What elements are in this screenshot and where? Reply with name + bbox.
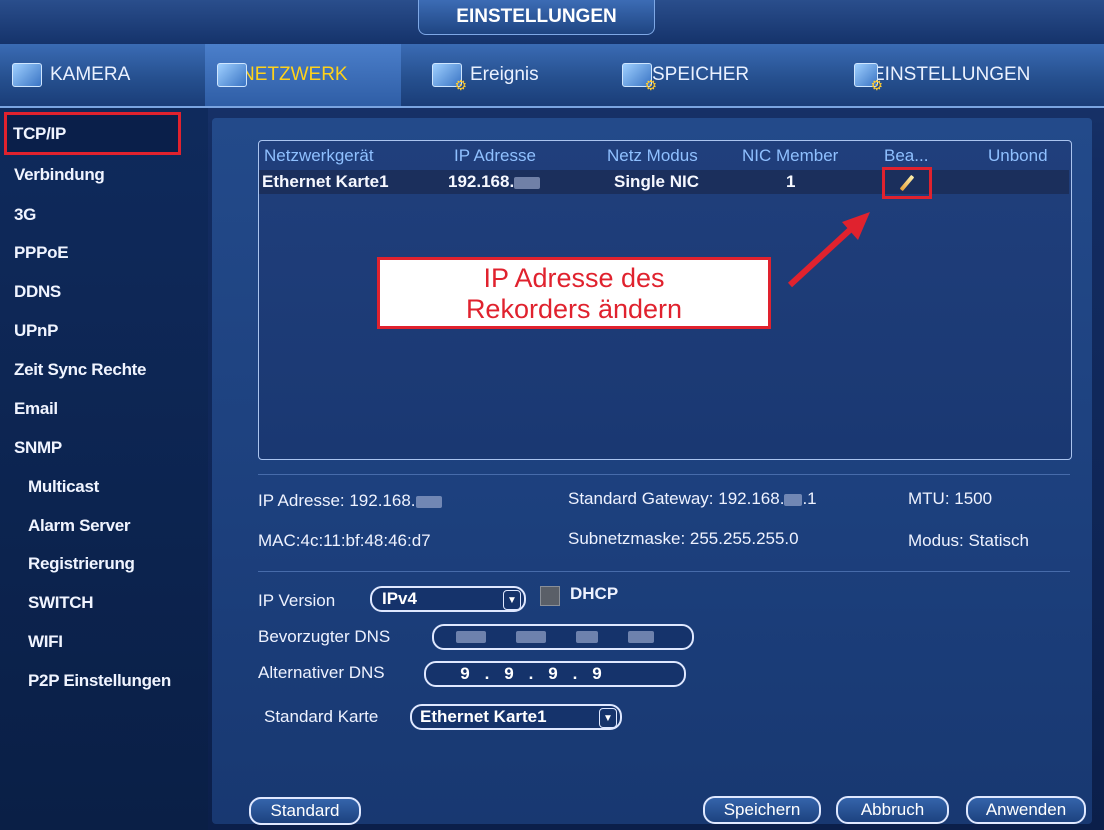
cell-nic-member: 1 [786, 172, 796, 191]
dhcp-checkbox[interactable] [540, 586, 560, 606]
column-header-ip: IP Adresse [454, 146, 536, 165]
redacted-block [576, 631, 598, 643]
column-header-mode: Netz Modus [607, 146, 698, 165]
settings-icon [854, 63, 883, 94]
info-ip-address: IP Adresse: 192.168. [258, 491, 442, 511]
callout-line-2: Rekorders ändern [465, 294, 683, 324]
ip-dot: . [572, 664, 578, 683]
dvr-settings-window: EINSTELLUNGEN KAMERA NETZWERK Ereignis S… [0, 0, 1104, 830]
ip-dot: . [528, 664, 534, 683]
column-header-device: Netzwerkgerät [264, 146, 374, 165]
sidebar-item-snmp[interactable]: SNMP [8, 433, 188, 463]
alternative-dns-input[interactable]: 9 . 9 . 9 . 9 [424, 661, 686, 687]
sidebar-item-verbindung[interactable]: Verbindung [8, 160, 188, 190]
storage-icon [622, 63, 657, 94]
main-tab-bar: KAMERA NETZWERK Ereignis SPEICHER EINSTE… [0, 44, 1104, 108]
sidebar-item-multicast[interactable]: Multicast [22, 472, 202, 502]
sidebar-item-ddns[interactable]: DDNS [8, 277, 188, 307]
alternative-dns-label: Alternativer DNS [258, 663, 385, 682]
save-button[interactable]: Speichern [703, 796, 821, 824]
info-ip-text: IP Adresse: 192.168. [258, 491, 416, 510]
tab-ereignis[interactable]: Ereignis [420, 44, 590, 106]
tab-netzwerk[interactable]: NETZWERK [205, 44, 401, 106]
info-mode: Modus: Statisch [908, 531, 1029, 550]
chevron-down-icon: ▼ [503, 590, 521, 610]
chevron-down-icon: ▼ [599, 708, 617, 728]
sidebar-item-upnp[interactable]: UPnP [8, 316, 188, 346]
divider [258, 474, 1070, 475]
alt-dns-octet-3: 9 [548, 664, 558, 683]
tab-einstellungen[interactable]: EINSTELLUNGEN [842, 44, 1082, 106]
edit-button[interactable] [882, 167, 932, 199]
apply-button[interactable]: Anwenden [966, 796, 1086, 824]
default-card-value: Ethernet Karte1 [420, 707, 547, 726]
info-gateway-suffix: .1 [802, 489, 817, 508]
ip-version-label: IP Version [258, 591, 336, 610]
sidebar-item-switch[interactable]: SWITCH [22, 588, 202, 618]
sidebar-item-alarm-server[interactable]: Alarm Server [22, 511, 202, 541]
sidebar-item-email[interactable]: Email [8, 394, 188, 424]
redacted-block [516, 631, 546, 643]
info-mac: MAC:4c:11:bf:48:46:d7 [258, 531, 431, 550]
info-mtu: MTU: 1500 [908, 489, 993, 508]
cell-device: Ethernet Karte1 [262, 172, 389, 191]
info-gateway: Standard Gateway: 192.168. .1 [568, 489, 817, 509]
dhcp-label: DHCP [570, 584, 619, 603]
sidebar-item-pppoe[interactable]: PPPoE [8, 238, 188, 268]
sidebar-item-registrierung[interactable]: Registrierung [22, 549, 202, 579]
column-header-edit: Bea... [884, 146, 929, 165]
event-icon [432, 63, 467, 94]
tab-label: SPEICHER [652, 64, 750, 85]
redacted-block [784, 493, 803, 506]
cell-ip-text: 192.168. [448, 172, 515, 191]
pencil-icon [899, 174, 915, 192]
alt-dns-octet-4: 9 [592, 664, 602, 683]
redacted-block [628, 631, 654, 643]
callout-line-1: IP Adresse des [483, 263, 665, 293]
default-card-label: Standard Karte [264, 707, 379, 726]
tab-label: EINSTELLUNGEN [872, 64, 1031, 85]
info-gateway-text: Standard Gateway: 192.168. [568, 489, 785, 508]
sidebar-item-3g[interactable]: 3G [8, 200, 188, 230]
window-title: EINSTELLUNGEN [418, 0, 655, 35]
redacted-block [514, 176, 541, 189]
sidebar-item-tcpip[interactable]: TCP/IP [4, 112, 181, 155]
ip-version-value: IPv4 [382, 589, 417, 608]
annotation-callout: IP Adresse des Rekorders ändern [377, 257, 771, 329]
preferred-dns-label: Bevorzugter DNS [258, 627, 391, 646]
default-card-select[interactable]: Ethernet Karte1 ▼ [410, 704, 622, 730]
tab-speicher[interactable]: SPEICHER [610, 44, 820, 106]
camera-icon [12, 63, 42, 87]
divider [258, 571, 1070, 572]
info-subnet: Subnetzmaske: 255.255.255.0 [568, 529, 799, 548]
ip-dot: . [484, 664, 490, 683]
cell-mode: Single NIC [614, 172, 700, 191]
cell-ip: 192.168. [448, 172, 541, 192]
sidebar-item-p2p-einstellungen[interactable]: P2P Einstellungen [22, 666, 202, 696]
alt-dns-octet-1: 9 [460, 664, 470, 683]
tab-label: Ereignis [470, 64, 539, 85]
tab-kamera[interactable]: KAMERA [0, 44, 205, 106]
column-header-unbond: Unbond [988, 146, 1048, 165]
tab-label: NETZWERK [241, 64, 348, 85]
title-bar: EINSTELLUNGEN [0, 0, 1104, 44]
standard-button[interactable]: Standard [249, 797, 361, 825]
column-header-nic-member: NIC Member [742, 146, 839, 165]
preferred-dns-input[interactable] [432, 624, 694, 650]
sidebar-item-wifi[interactable]: WIFI [22, 627, 202, 657]
cancel-button[interactable]: Abbruch [836, 796, 949, 824]
ip-version-select[interactable]: IPv4 ▼ [370, 586, 526, 612]
network-icon [217, 63, 247, 87]
sidebar-item-zeit-sync-rechte[interactable]: Zeit Sync Rechte [8, 355, 188, 385]
tab-label: KAMERA [50, 64, 131, 85]
redacted-block [415, 495, 442, 508]
redacted-block [456, 631, 486, 643]
alt-dns-octet-2: 9 [504, 664, 514, 683]
